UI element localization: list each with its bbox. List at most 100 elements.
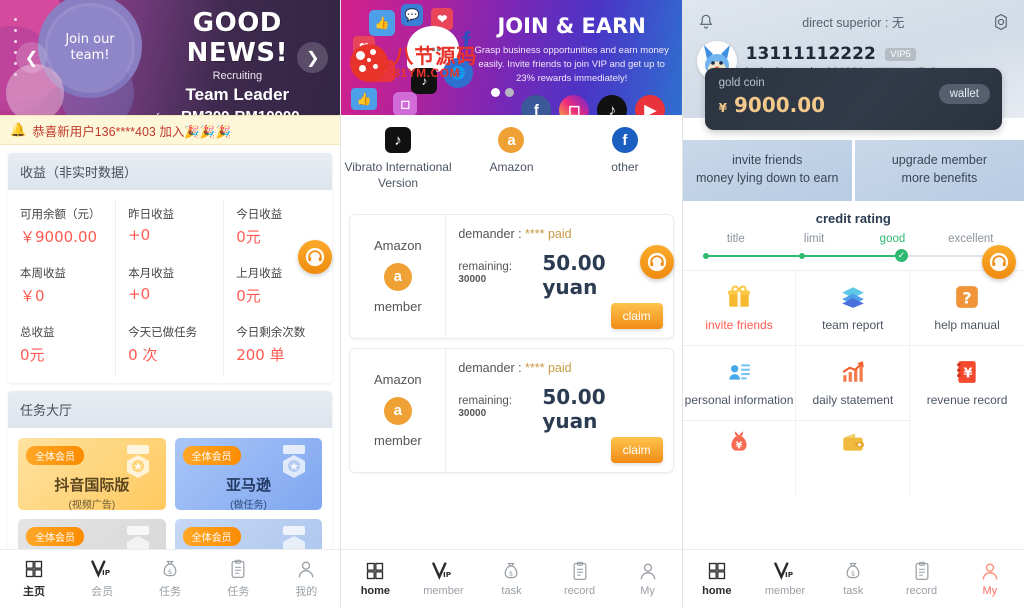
channel-vibrato[interactable]: ♪ Vibrato International Version: [341, 127, 454, 191]
facebook-icon: f: [611, 127, 638, 153]
tab-record[interactable]: record: [546, 550, 614, 607]
layers-icon: [841, 286, 864, 308]
tab-mine[interactable]: 我的: [272, 550, 340, 607]
order-remaining-label: remaining:: [458, 261, 513, 274]
tab-home[interactable]: 主页: [0, 550, 68, 607]
earnings-grid: 可用余额（元） ￥9000.00 昨日收益 +0 今日收益 0元 本周收益 ￥0…: [8, 190, 332, 383]
tiktok-icon: ♪: [597, 95, 628, 115]
wallet-button[interactable]: wallet: [938, 84, 990, 104]
notice-bar[interactable]: 🔔 恭喜新用户136****403 加入🎉🎉🎉: [0, 115, 341, 145]
stat-value: 200 单: [236, 346, 285, 364]
heart-icon: ❤: [353, 36, 376, 58]
chevron-left-icon[interactable]: ❮: [16, 42, 47, 73]
tab-label: My: [640, 584, 655, 597]
stat-value: 0元: [20, 346, 45, 364]
task-badge: 全体会员: [26, 527, 84, 546]
credit-rating-section: credit rating title limit good excellent…: [682, 201, 1024, 270]
money-bag-icon: $: [163, 560, 177, 576]
bell-icon[interactable]: [697, 13, 715, 31]
grid-icon: [25, 560, 43, 577]
question-icon: ?: [956, 285, 978, 308]
tab-label: home: [360, 584, 391, 597]
tab-task[interactable]: $ task: [477, 550, 545, 607]
panel-home-chinese: Join our team! GOOD NEWS! Recruiting Tea…: [0, 0, 342, 607]
tab-member[interactable]: IP 会员: [68, 550, 136, 607]
tab-member[interactable]: IP member: [409, 550, 477, 607]
tab-label: task: [501, 584, 522, 597]
credit-line-2: [804, 254, 895, 257]
tab-home[interactable]: home: [683, 550, 751, 607]
gift-icon: [728, 285, 750, 307]
tab-label: member: [764, 584, 806, 597]
vip-badge: VIP5: [885, 47, 916, 61]
order-details: demander : **** paid remaining: 30000 50…: [446, 215, 672, 338]
tab-mine[interactable]: My: [956, 550, 1024, 607]
grid-icon: [708, 562, 725, 579]
order-card[interactable]: Amazon a member demander : **** paid rem…: [349, 44, 674, 340]
menu-team-report[interactable]: team report: [796, 270, 911, 345]
banner-role: Team Leader: [185, 85, 290, 104]
svg-text:IP: IP: [785, 569, 794, 578]
menu-personal-information[interactable]: personal information: [682, 345, 797, 420]
gold-coin-value: 9000.00: [733, 93, 826, 117]
svg-text:$: $: [851, 570, 855, 578]
claim-button[interactable]: claim: [610, 437, 663, 464]
order-card[interactable]: Amazon a member demander : **** paid rem…: [349, 348, 674, 474]
tab-label: 主页: [23, 585, 46, 598]
stat-label: 本周收益: [20, 268, 66, 280]
menu-label: personal information: [684, 392, 794, 407]
tab-task[interactable]: $ 任务: [136, 550, 204, 607]
thumbs-up-icon: 👍: [369, 10, 396, 36]
channel-other[interactable]: f other: [568, 127, 681, 191]
tab-task[interactable]: $ task: [819, 550, 887, 607]
tab-label: home: [702, 584, 732, 597]
stat-value: +0: [128, 226, 151, 244]
tab-record[interactable]: 任务: [204, 550, 272, 607]
bottom-tabbar: home IP member $ task record My: [682, 549, 1024, 607]
gear-icon[interactable]: [992, 13, 1010, 31]
order-details: demander : **** paid remaining: 30000 50…: [446, 349, 672, 472]
tab-record[interactable]: record: [887, 550, 955, 607]
channel-label: Vibrato International Version: [344, 160, 452, 190]
menu-invite-friends[interactable]: invite friends: [682, 270, 797, 345]
menu-daily-statement[interactable]: daily statement: [796, 345, 911, 420]
promo-invite-friends[interactable]: invite friends money lying down to earn: [682, 140, 852, 201]
stat-week-income: 本周收益 ￥0: [8, 259, 117, 318]
customer-service-button[interactable]: [981, 245, 1016, 279]
promo-banner-join-earn[interactable]: 👍 💬 ❤ ❤ ▶ ●●● ♪ 🌐 f 👍 ◻ JOIN & EARN Gras…: [341, 0, 682, 115]
grid-icon: [367, 562, 384, 579]
menu-revenue-record[interactable]: ¥ revenue record: [910, 345, 1024, 420]
svg-text:IP: IP: [102, 567, 111, 576]
order-remaining-value: 30000: [458, 408, 487, 420]
stat-value: 0元: [236, 287, 261, 305]
promo-banner-recruiting[interactable]: Join our team! GOOD NEWS! Recruiting Tea…: [0, 0, 341, 115]
claim-button[interactable]: claim: [610, 303, 663, 330]
menu-help-manual[interactable]: ? help manual: [910, 270, 1024, 345]
tab-member[interactable]: IP member: [751, 550, 819, 607]
banner-pagination-dots[interactable]: [491, 88, 515, 97]
stat-label: 总收益: [20, 327, 55, 339]
menu-withdraw[interactable]: ¥: [682, 420, 797, 495]
task-card-amazon[interactable]: 全体会员 亚马逊 (做任务): [174, 438, 323, 510]
task-hall-header: 任务大厅: [8, 391, 333, 428]
order-remaining-label: remaining:: [458, 395, 513, 408]
headset-icon: [647, 252, 666, 272]
menu-wallet[interactable]: [796, 420, 911, 495]
person-icon: [982, 563, 998, 579]
task-badge: 全体会员: [26, 446, 84, 465]
tab-mine[interactable]: My: [614, 550, 682, 607]
order-demander: demander : **** paid: [458, 227, 660, 241]
task-card-tiktok[interactable]: 全体会员 抖音国际版 (视频广告): [18, 438, 166, 510]
channel-amazon[interactable]: a Amazon: [455, 127, 568, 191]
amazon-icon: a: [498, 127, 525, 153]
promo-upgrade-member[interactable]: upgrade member more benefits: [854, 140, 1024, 201]
credit-level-good: good: [879, 233, 906, 245]
svg-text:$: $: [168, 568, 172, 576]
channel-row: ♪ Vibrato International Version a Amazon…: [341, 115, 682, 206]
order-app-name: Amazon: [373, 237, 422, 253]
stat-label: 昨日收益: [128, 209, 175, 221]
customer-service-button[interactable]: [639, 245, 674, 279]
amazon-icon: a: [383, 396, 412, 425]
credit-line-1: [708, 254, 799, 257]
tab-home[interactable]: home: [341, 550, 409, 607]
